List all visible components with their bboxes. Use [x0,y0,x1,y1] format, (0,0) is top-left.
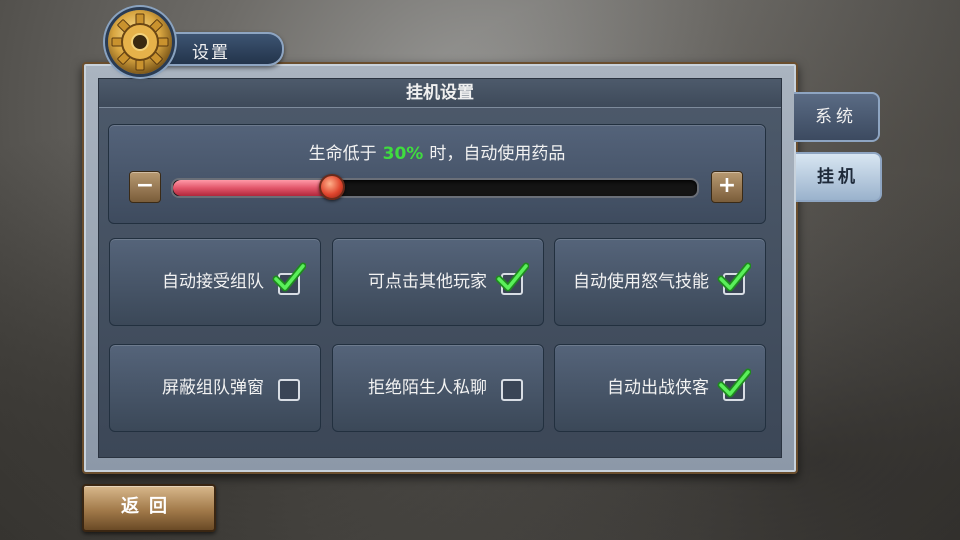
option-label: 可点击其他玩家 [368,272,487,292]
checkmark-icon [272,261,307,295]
checkmark-icon [495,367,529,401]
option-auto-deploy-companion[interactable]: 自动出战侠客 [554,344,766,432]
hp-threshold-prefix: 生命低于 [308,144,377,164]
option-label: 自动使用怒气技能 [573,272,709,292]
slider-fill [173,180,331,196]
decrease-button[interactable]: − [129,171,161,203]
gear-icon [108,10,172,74]
option-click-other-players[interactable]: 可点击其他玩家 [332,238,544,326]
checkmark-icon [495,261,530,295]
tab-system[interactable]: 系统 [794,92,880,142]
hp-threshold-suffix: 时，自动使用药品 [429,144,566,164]
checkmark-icon [717,367,752,401]
option-label: 屏蔽组队弹窗 [162,378,264,398]
option-auto-rage-skill[interactable]: 自动使用怒气技能 [554,238,766,326]
tab-idle[interactable]: 挂机 [796,152,882,202]
option-auto-accept-team[interactable]: 自动接受组队 [109,238,321,326]
page-title: 设置 [192,43,230,63]
checkmark-icon [272,367,306,401]
panel-title: 挂机设置 [99,79,781,108]
slider-handle[interactable] [319,174,346,200]
hp-potion-slider-card: 生命低于 30% 时，自动使用药品 − + [108,124,766,224]
option-label: 自动接受组队 [162,272,264,292]
back-button[interactable]: 返回 [82,484,216,532]
option-label: 自动出战侠客 [607,378,709,398]
option-label: 拒绝陌生人私聊 [368,378,487,398]
option-reject-stranger-chat[interactable]: 拒绝陌生人私聊 [332,344,544,432]
increase-button[interactable]: + [711,171,743,203]
hp-threshold-value: 30% [382,144,424,164]
hp-threshold-label: 生命低于 30% 时，自动使用药品 [109,139,765,164]
hp-threshold-slider[interactable] [171,174,699,200]
checkmark-icon [717,261,752,295]
option-block-team-popup[interactable]: 屏蔽组队弹窗 [109,344,321,432]
